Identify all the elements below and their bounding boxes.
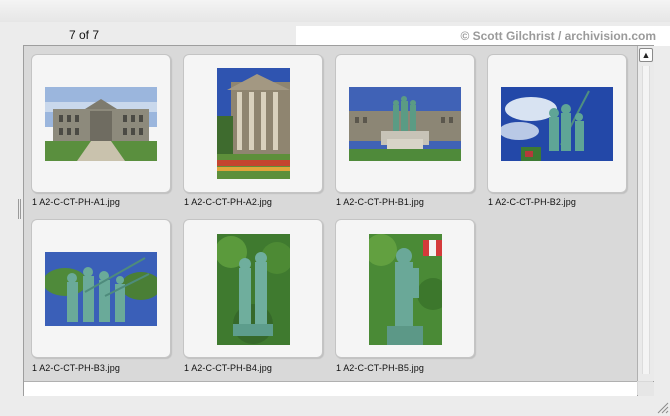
scrollbar-corner [638, 382, 654, 396]
thumbnail-card[interactable] [335, 54, 475, 193]
scroll-up-icon[interactable]: ▲ [639, 48, 653, 62]
thumbnail-filename: 1 A2-C-CT-PH-B4.jpg [184, 363, 272, 373]
thumbnail-filename: 1 A2-C-CT-PH-B3.jpg [32, 363, 120, 373]
thumbnail-image-building-portico [217, 68, 290, 179]
panel-split-handle[interactable] [18, 199, 21, 219]
copyright-notice: © Scott Gilchrist / archivision.com [296, 26, 670, 46]
thumbnail-grid: 1 A2-C-CT-PH-A1.jpg 1 A2-C-CT-PH-A2.jpg … [24, 46, 637, 381]
thumbnail-image-soldiers-statue [45, 252, 157, 326]
item-count-label: 7 of 7 [69, 28, 100, 42]
thumbnail-image-soldier-statue-flag [369, 234, 442, 345]
thumbnail-filename: 1 A2-C-CT-PH-B1.jpg [336, 197, 424, 207]
scroll-track[interactable] [642, 66, 650, 374]
window-top-bar [0, 0, 670, 22]
thumbnail-filename: 1 A2-C-CT-PH-A2.jpg [184, 197, 272, 207]
thumbnail-card[interactable] [183, 219, 323, 358]
thumbnail-card[interactable] [335, 219, 475, 358]
thumbnail-image-building-facade [45, 87, 157, 161]
thumbnail-browser-panel: 1 A2-C-CT-PH-A1.jpg 1 A2-C-CT-PH-A2.jpg … [23, 45, 654, 396]
thumbnail-card[interactable] [31, 54, 171, 193]
thumbnail-filename: 1 A2-C-CT-PH-B2.jpg [488, 197, 576, 207]
thumbnail-filename: 1 A2-C-CT-PH-A1.jpg [32, 197, 120, 207]
vertical-scrollbar[interactable]: ▲ [637, 46, 654, 381]
thumbnail-image-statue-trees [217, 234, 290, 345]
horizontal-scrollbar[interactable] [24, 381, 637, 396]
thumbnail-image-monument-with-building [349, 87, 461, 161]
resize-grip-icon[interactable] [655, 400, 669, 414]
thumbnail-card[interactable] [487, 54, 627, 193]
thumbnail-card[interactable] [31, 219, 171, 358]
thumbnail-filename: 1 A2-C-CT-PH-B5.jpg [336, 363, 424, 373]
thumbnail-card[interactable] [183, 54, 323, 193]
thumbnail-image-statue-sky [501, 87, 613, 161]
